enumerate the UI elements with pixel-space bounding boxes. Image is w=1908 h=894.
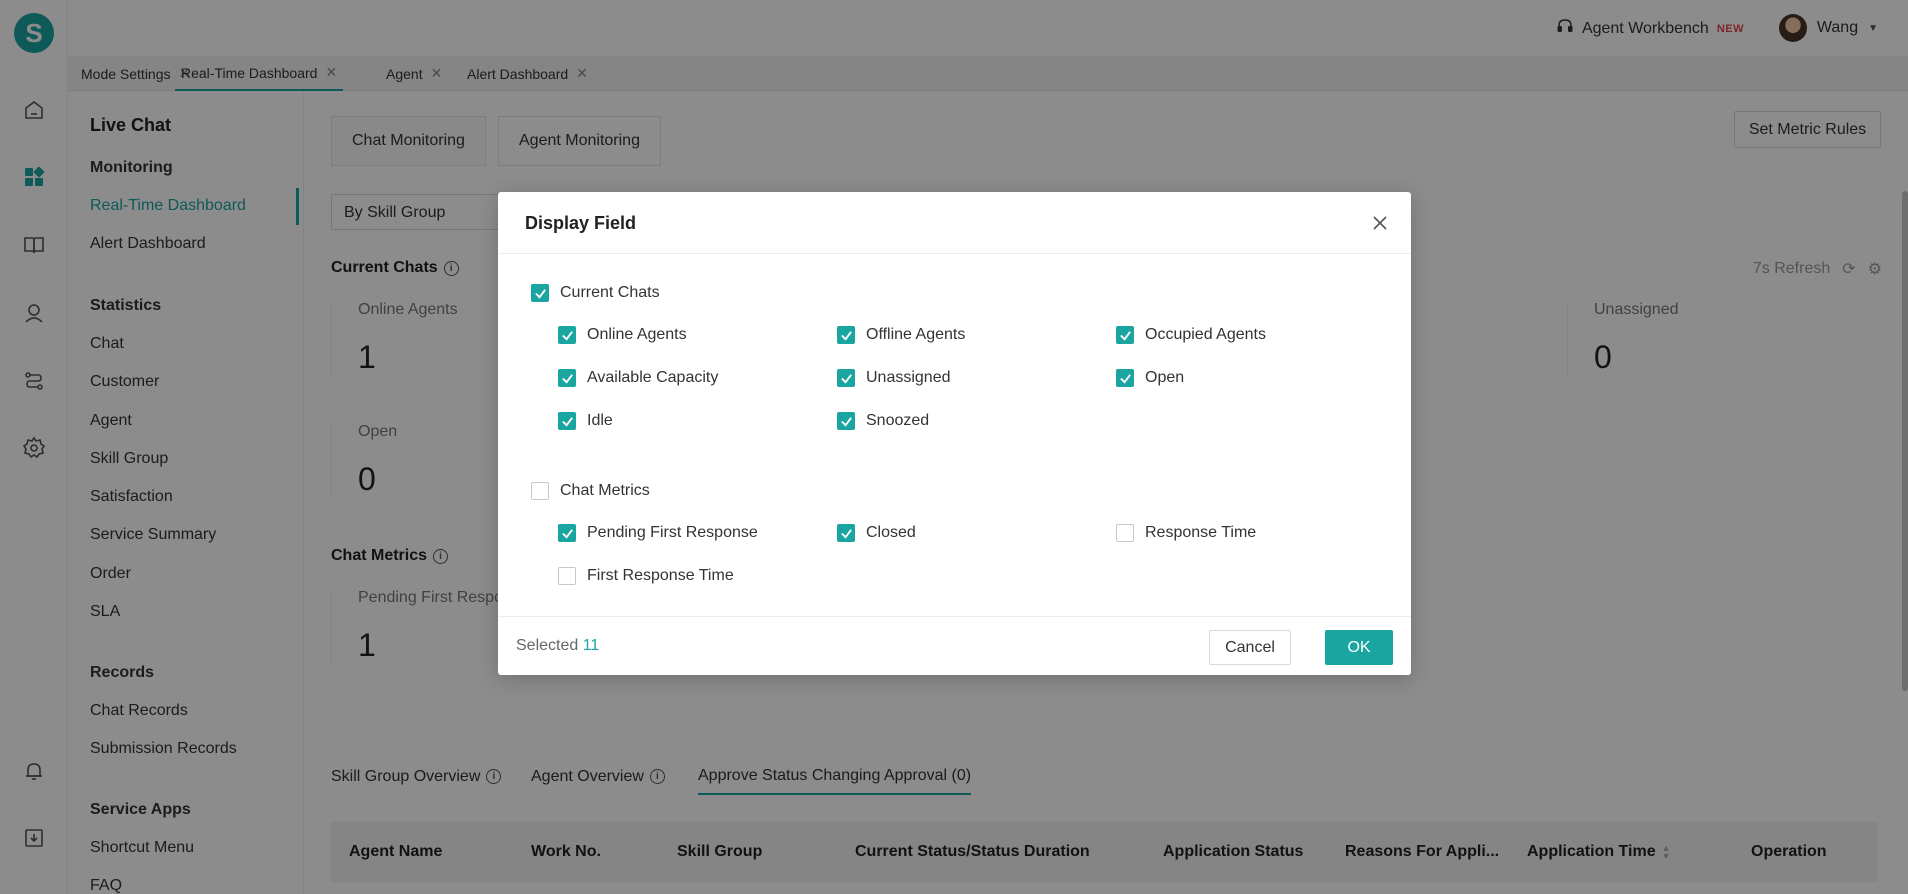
checkbox-closed[interactable]: Closed <box>837 524 916 542</box>
checkbox-checked-icon <box>837 326 855 344</box>
selected-label: Selected <box>516 637 579 654</box>
checkbox-checked-icon <box>837 412 855 430</box>
display-field-dialog: Display Field Current Chats Online Agent… <box>498 192 1411 675</box>
checkbox-occupied-agents[interactable]: Occupied Agents <box>1116 326 1266 344</box>
checkbox-label: Occupied Agents <box>1145 326 1266 343</box>
checkbox-label: Available Capacity <box>587 369 719 386</box>
checkbox-label: Open <box>1145 369 1185 386</box>
checkbox-label: Response Time <box>1145 524 1257 541</box>
checkbox-checked-icon <box>558 326 576 344</box>
checkbox-checked-icon <box>558 412 576 430</box>
ok-button[interactable]: OK <box>1325 630 1393 665</box>
checkbox-unchecked-icon <box>558 567 576 585</box>
dialog-footer: Selected 11 Cancel OK <box>498 616 1411 675</box>
checkbox-chat-metrics[interactable]: Chat Metrics <box>531 482 650 500</box>
checkbox-label: First Response Time <box>587 567 734 584</box>
checkbox-available-capacity[interactable]: Available Capacity <box>558 369 718 387</box>
checkbox-label: Snoozed <box>866 412 930 429</box>
checkbox-label: Chat Metrics <box>560 482 650 499</box>
dialog-header: Display Field <box>498 192 1411 254</box>
checkbox-label: Unassigned <box>866 369 951 386</box>
checkbox-label: Pending First Response <box>587 524 758 541</box>
cancel-button[interactable]: Cancel <box>1209 630 1291 665</box>
checkbox-unchecked-icon <box>531 482 549 500</box>
checkbox-checked-icon <box>837 369 855 387</box>
checkbox-online-agents[interactable]: Online Agents <box>558 326 687 344</box>
dialog-title: Display Field <box>525 213 637 233</box>
checkbox-current-chats[interactable]: Current Chats <box>531 284 660 302</box>
checkbox-snoozed[interactable]: Snoozed <box>837 412 929 430</box>
close-icon[interactable] <box>1371 214 1389 232</box>
checkbox-checked-icon <box>558 369 576 387</box>
checkbox-label: Current Chats <box>560 284 660 301</box>
checkbox-checked-icon <box>1116 369 1134 387</box>
checkbox-offline-agents[interactable]: Offline Agents <box>837 326 965 344</box>
checkbox-checked-icon <box>837 524 855 542</box>
checkbox-label: Closed <box>866 524 916 541</box>
checkbox-label: Online Agents <box>587 326 687 343</box>
checkbox-label: Offline Agents <box>866 326 966 343</box>
selected-count: Selected 11 <box>516 637 599 655</box>
checkbox-pending-first-response[interactable]: Pending First Response <box>558 524 758 542</box>
checkbox-checked-icon <box>558 524 576 542</box>
checkbox-idle[interactable]: Idle <box>558 412 613 430</box>
checkbox-checked-icon <box>531 284 549 302</box>
checkbox-open[interactable]: Open <box>1116 369 1184 387</box>
checkbox-unassigned[interactable]: Unassigned <box>837 369 951 387</box>
checkbox-response-time[interactable]: Response Time <box>1116 524 1256 542</box>
checkbox-unchecked-icon <box>1116 524 1134 542</box>
checkbox-checked-icon <box>1116 326 1134 344</box>
checkbox-label: Idle <box>587 412 613 429</box>
checkbox-first-response-time[interactable]: First Response Time <box>558 567 734 585</box>
selected-number: 11 <box>582 637 600 654</box>
